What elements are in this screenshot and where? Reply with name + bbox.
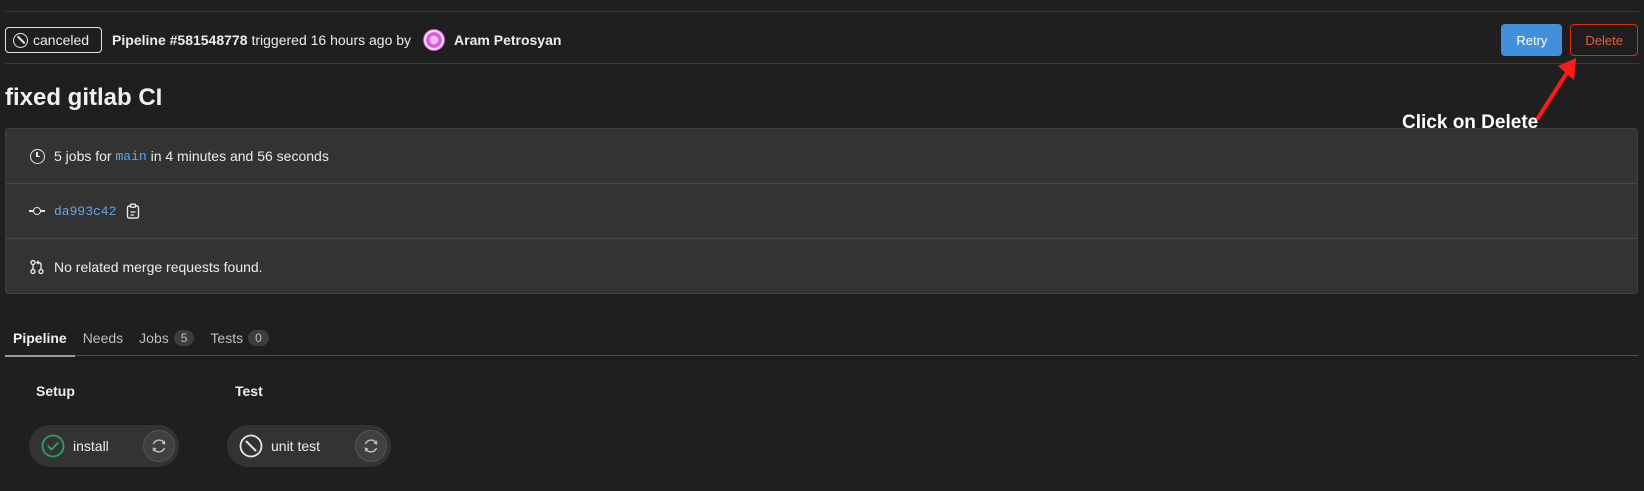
delete-button[interactable]: Delete <box>1570 24 1638 56</box>
page-title: fixed gitlab CI <box>5 84 163 111</box>
stage-title-test: Test <box>235 383 263 399</box>
tests-count-badge: 0 <box>248 330 269 346</box>
retry-button[interactable]: Retry <box>1501 24 1563 56</box>
top-divider <box>5 11 1639 12</box>
header-actions: Retry Delete <box>1501 24 1638 56</box>
status-label: canceled <box>33 32 90 48</box>
cancel-circle-icon <box>13 32 28 48</box>
pipeline-tabs: Pipeline Needs Jobs 5 Tests 0 <box>5 320 1638 357</box>
tab-jobs[interactable]: Jobs 5 <box>131 320 202 356</box>
header-divider <box>5 63 1639 64</box>
retry-icon <box>152 439 166 453</box>
tab-label: Needs <box>82 330 124 346</box>
tab-needs[interactable]: Needs <box>75 320 131 356</box>
pipeline-meta: Pipeline #581548778 triggered 16 hours a… <box>112 29 561 51</box>
job-name: unit test <box>271 438 321 454</box>
job-unit-test[interactable]: unit test <box>227 425 391 467</box>
duration-row: 5 jobs for main in 4 minutes and 56 seco… <box>6 129 1637 184</box>
job-name: install <box>73 438 109 454</box>
retry-job-button[interactable] <box>355 430 387 462</box>
cancel-circle-icon <box>239 434 263 458</box>
commit-row: da993c42 <box>6 184 1637 239</box>
triggered-text: triggered 16 hours ago by <box>251 32 412 48</box>
clipboard-icon[interactable] <box>126 203 140 219</box>
merge-request-icon <box>30 259 44 274</box>
success-check-icon <box>41 434 65 458</box>
retry-job-button[interactable] <box>143 430 175 462</box>
commit-sha-link[interactable]: da993c42 <box>54 204 116 219</box>
tab-pipeline[interactable]: Pipeline <box>5 320 75 357</box>
author-name[interactable]: Aram Petrosyan <box>454 32 561 48</box>
merge-requests-text: No related merge requests found. <box>54 258 263 275</box>
annotation-text: Click on Delete <box>1402 112 1539 133</box>
tab-label: Pipeline <box>13 330 67 346</box>
clock-icon <box>29 148 45 164</box>
annotation-arrow-icon <box>1536 58 1576 120</box>
stage-title-setup: Setup <box>36 383 75 399</box>
jobs-prefix: 5 jobs for <box>54 148 112 164</box>
jobs-count-badge: 5 <box>173 330 195 346</box>
merge-request-row: No related merge requests found. <box>6 239 1637 294</box>
job-install[interactable]: install <box>29 425 179 467</box>
tab-label: Tests <box>210 330 244 346</box>
avatar[interactable] <box>423 29 446 51</box>
status-badge[interactable]: canceled <box>5 27 103 53</box>
pipeline-header: canceled Pipeline #581548778 triggered 1… <box>5 24 1638 56</box>
commit-icon <box>29 206 45 216</box>
pipeline-info-card: 5 jobs for main in 4 minutes and 56 seco… <box>5 128 1638 294</box>
duration-text: in 4 minutes and 56 seconds <box>150 148 329 164</box>
pipeline-id: Pipeline #581548778 <box>112 32 248 48</box>
retry-icon <box>364 439 378 453</box>
branch-link[interactable]: main <box>115 149 146 164</box>
tab-label: Jobs <box>139 330 169 346</box>
pipeline-page: canceled Pipeline #581548778 triggered 1… <box>0 0 1644 491</box>
tab-tests[interactable]: Tests 0 <box>202 320 276 356</box>
